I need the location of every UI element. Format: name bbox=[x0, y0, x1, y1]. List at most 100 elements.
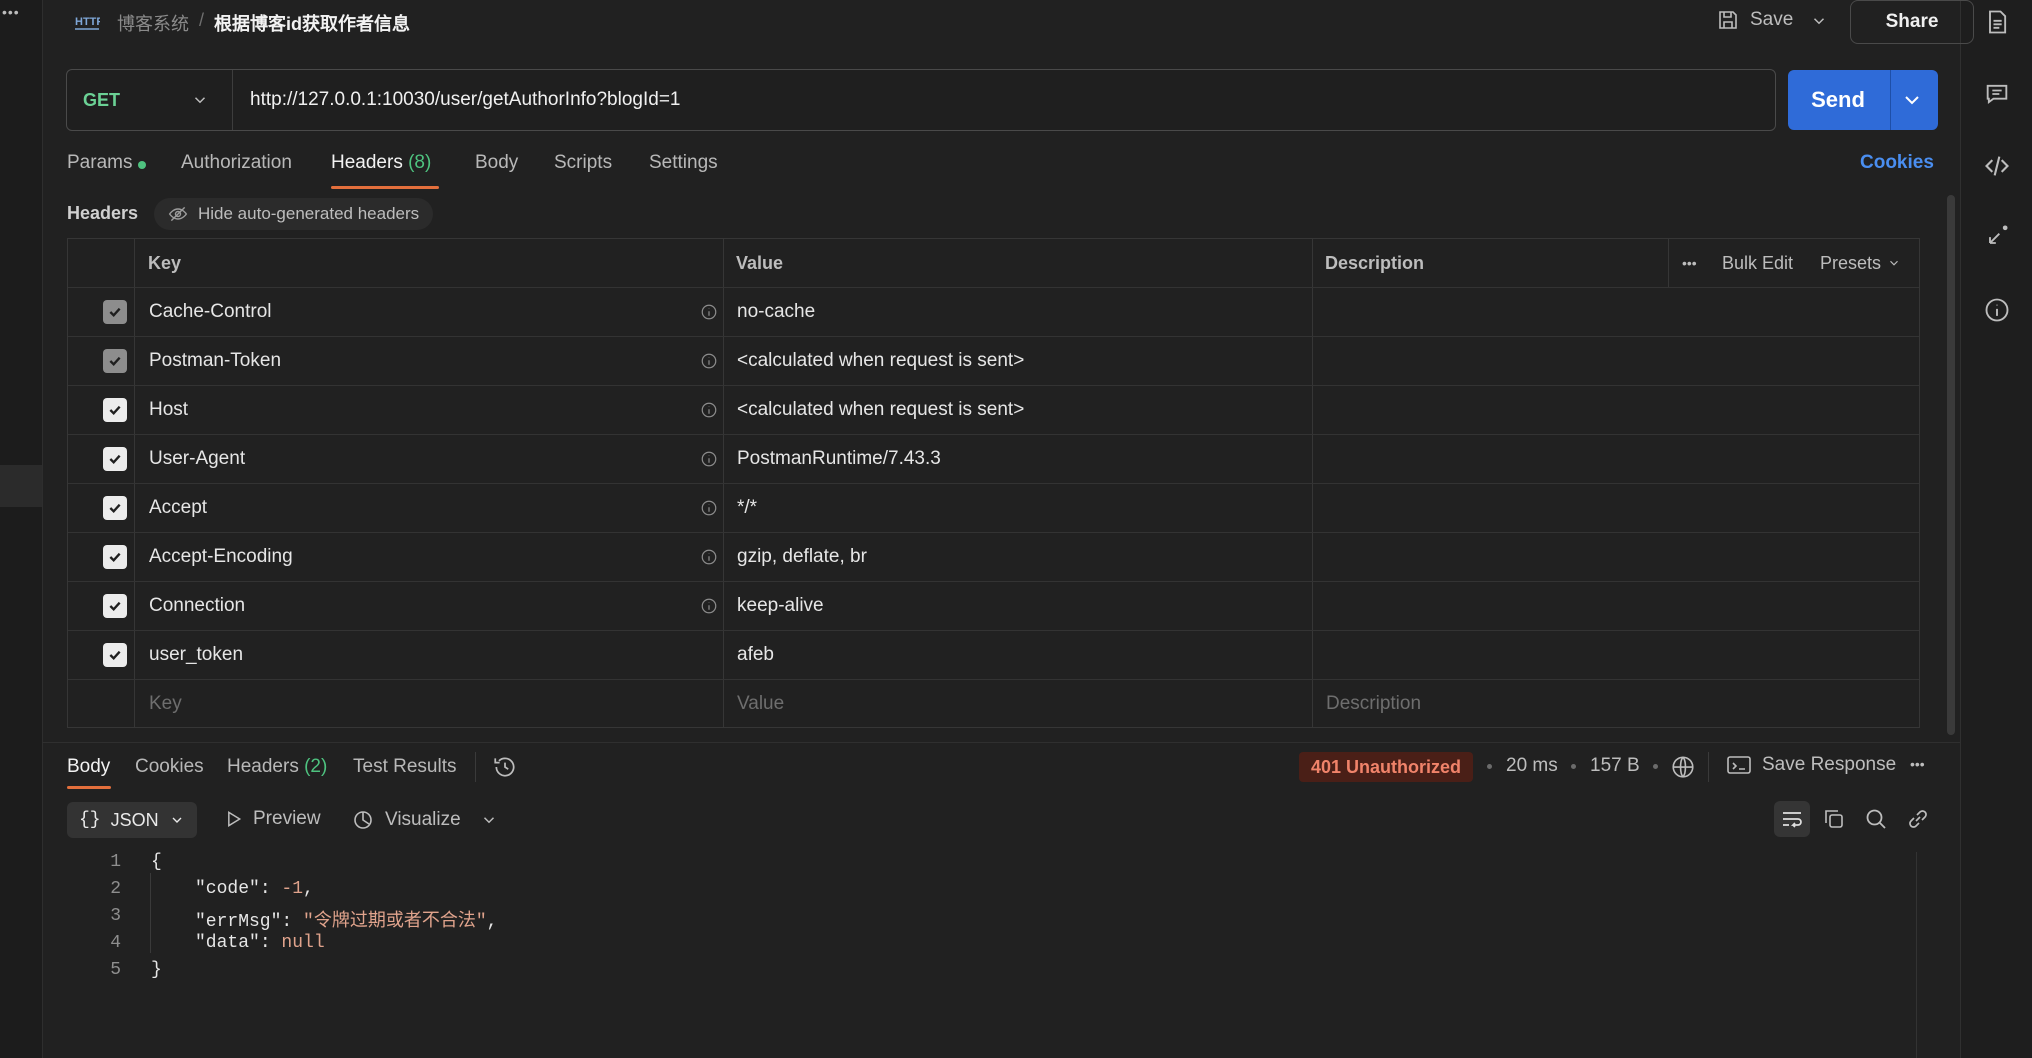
header-row-checkbox[interactable] bbox=[103, 447, 127, 471]
response-tab-body[interactable]: Body bbox=[67, 756, 110, 778]
header-value[interactable]: afeb bbox=[737, 631, 774, 679]
header-row: User-Agent PostmanRuntime/7.43.3 bbox=[68, 435, 1919, 484]
header-row-checkbox[interactable] bbox=[103, 349, 127, 373]
header-row-checkbox[interactable] bbox=[103, 545, 127, 569]
status-badge[interactable]: 401 Unauthorized bbox=[1299, 752, 1474, 782]
save-response-icon bbox=[1726, 754, 1752, 776]
visualize-button[interactable]: Visualize bbox=[351, 808, 461, 832]
json-line-errmsg: "errMsg": "令牌过期或者不合法", bbox=[195, 912, 498, 932]
info-icon[interactable] bbox=[700, 499, 718, 517]
header-key[interactable]: user_token bbox=[149, 631, 243, 679]
tab-authorization[interactable]: Authorization bbox=[181, 152, 292, 188]
tab-settings[interactable]: Settings bbox=[649, 152, 718, 188]
send-button[interactable]: Send bbox=[1788, 70, 1938, 130]
comments-icon[interactable] bbox=[1983, 80, 2011, 108]
response-size[interactable]: 157 B bbox=[1590, 755, 1640, 777]
request-pane-scrollbar[interactable] bbox=[1947, 195, 1955, 735]
response-tab-cookies[interactable]: Cookies bbox=[135, 756, 204, 778]
params-indicator-dot bbox=[138, 161, 147, 169]
header-key[interactable]: Connection bbox=[149, 582, 245, 630]
format-json-dropdown[interactable]: {} JSON bbox=[67, 802, 197, 838]
share-button[interactable]: Share bbox=[1850, 0, 1974, 44]
headers-section-title: Headers bbox=[67, 203, 139, 223]
tab-params[interactable]: Params bbox=[67, 152, 147, 188]
bulk-edit-button[interactable]: Bulk Edit bbox=[1722, 239, 1793, 287]
header-row: Connection keep-alive bbox=[68, 582, 1919, 631]
header-row: user_token afeb bbox=[68, 631, 1919, 680]
tab-body[interactable]: Body bbox=[475, 152, 518, 188]
header-key[interactable]: Host bbox=[149, 386, 188, 434]
preview-button[interactable]: Preview bbox=[223, 808, 321, 830]
response-tab-headers[interactable]: Headers (2) bbox=[227, 756, 327, 778]
save-icon bbox=[1716, 8, 1740, 32]
network-globe-icon[interactable] bbox=[1670, 754, 1696, 780]
save-button[interactable]: Save bbox=[1716, 8, 1793, 32]
header-row-checkbox[interactable] bbox=[103, 300, 127, 324]
info-icon[interactable] bbox=[700, 450, 718, 468]
more-icon[interactable]: ••• bbox=[2, 4, 20, 20]
header-value[interactable]: gzip, deflate, br bbox=[737, 533, 867, 581]
info-icon[interactable] bbox=[1983, 296, 2011, 324]
line-number: 5 bbox=[110, 960, 121, 980]
code-snippet-icon[interactable] bbox=[1983, 152, 2011, 180]
header-row: Cache-Control no-cache bbox=[68, 288, 1919, 337]
search-icon[interactable] bbox=[1864, 807, 1888, 831]
presets-dropdown[interactable]: Presets bbox=[1820, 239, 1901, 287]
response-tab-test-results[interactable]: Test Results bbox=[353, 756, 456, 778]
header-value[interactable]: no-cache bbox=[737, 288, 815, 336]
tab-scripts[interactable]: Scripts bbox=[554, 152, 612, 188]
link-icon[interactable] bbox=[1906, 807, 1930, 831]
request-name[interactable]: 根据博客id获取作者信息 bbox=[214, 10, 410, 36]
method-select[interactable]: GET bbox=[67, 70, 233, 130]
tab-headers[interactable]: Headers (8) bbox=[331, 152, 431, 188]
wrap-lines-icon bbox=[1780, 807, 1804, 831]
col-description-header: Description bbox=[1325, 252, 1425, 273]
header-value[interactable]: */* bbox=[737, 484, 757, 532]
visualize-chevron-icon[interactable] bbox=[480, 811, 498, 829]
related-collections-icon[interactable] bbox=[1983, 222, 2011, 250]
response-divider[interactable] bbox=[42, 742, 1960, 743]
send-options-chevron-icon[interactable] bbox=[1900, 88, 1924, 112]
header-key[interactable]: Postman-Token bbox=[149, 337, 281, 385]
tab-params-label: Params bbox=[67, 152, 133, 173]
hide-auto-label: Hide auto-generated headers bbox=[198, 204, 420, 223]
header-value[interactable]: keep-alive bbox=[737, 582, 824, 630]
response-time[interactable]: 20 ms bbox=[1506, 755, 1558, 777]
info-icon[interactable] bbox=[700, 548, 718, 566]
header-key[interactable]: Accept-Encoding bbox=[149, 533, 293, 581]
cookies-link[interactable]: Cookies bbox=[1860, 152, 1934, 188]
more-options-icon[interactable]: ••• bbox=[1682, 239, 1697, 287]
sidebar-selected-item[interactable] bbox=[0, 465, 42, 507]
url-input[interactable]: http://127.0.0.1:10030/user/getAuthorInf… bbox=[250, 70, 1750, 130]
format-chevron-icon bbox=[169, 812, 185, 828]
wrap-lines-button[interactable] bbox=[1774, 801, 1810, 837]
header-row-checkbox[interactable] bbox=[103, 643, 127, 667]
info-icon[interactable] bbox=[700, 597, 718, 615]
new-key-input[interactable]: Key bbox=[149, 680, 182, 728]
info-icon[interactable] bbox=[700, 303, 718, 321]
documentation-icon[interactable] bbox=[1983, 8, 2011, 36]
header-value[interactable]: <calculated when request is sent> bbox=[737, 386, 1024, 434]
header-key[interactable]: Accept bbox=[149, 484, 207, 532]
header-key[interactable]: User-Agent bbox=[149, 435, 245, 483]
new-value-input[interactable]: Value bbox=[737, 680, 784, 728]
response-more-icon[interactable]: ••• bbox=[1910, 756, 1925, 772]
header-row-checkbox[interactable] bbox=[103, 496, 127, 520]
header-value[interactable]: PostmanRuntime/7.43.3 bbox=[737, 435, 941, 483]
save-response-button[interactable]: Save Response bbox=[1726, 754, 1896, 776]
header-key[interactable]: Cache-Control bbox=[149, 288, 272, 336]
header-row-checkbox[interactable] bbox=[103, 398, 127, 422]
info-icon[interactable] bbox=[700, 352, 718, 370]
header-value[interactable]: <calculated when request is sent> bbox=[737, 337, 1024, 385]
line-number: 2 bbox=[110, 879, 121, 899]
breadcrumb-parent[interactable]: 博客系统 bbox=[117, 10, 189, 36]
active-tab-underline bbox=[331, 186, 439, 189]
copy-icon[interactable] bbox=[1822, 807, 1846, 831]
history-icon[interactable] bbox=[492, 754, 518, 780]
new-description-input[interactable]: Description bbox=[1326, 680, 1421, 728]
headers-table: Key Value Description ••• Bulk Edit Pres… bbox=[67, 238, 1920, 728]
hide-auto-generated-button[interactable]: Hide auto-generated headers bbox=[154, 198, 434, 230]
save-options-chevron-icon[interactable] bbox=[1810, 12, 1828, 30]
info-icon[interactable] bbox=[700, 401, 718, 419]
header-row-checkbox[interactable] bbox=[103, 594, 127, 618]
